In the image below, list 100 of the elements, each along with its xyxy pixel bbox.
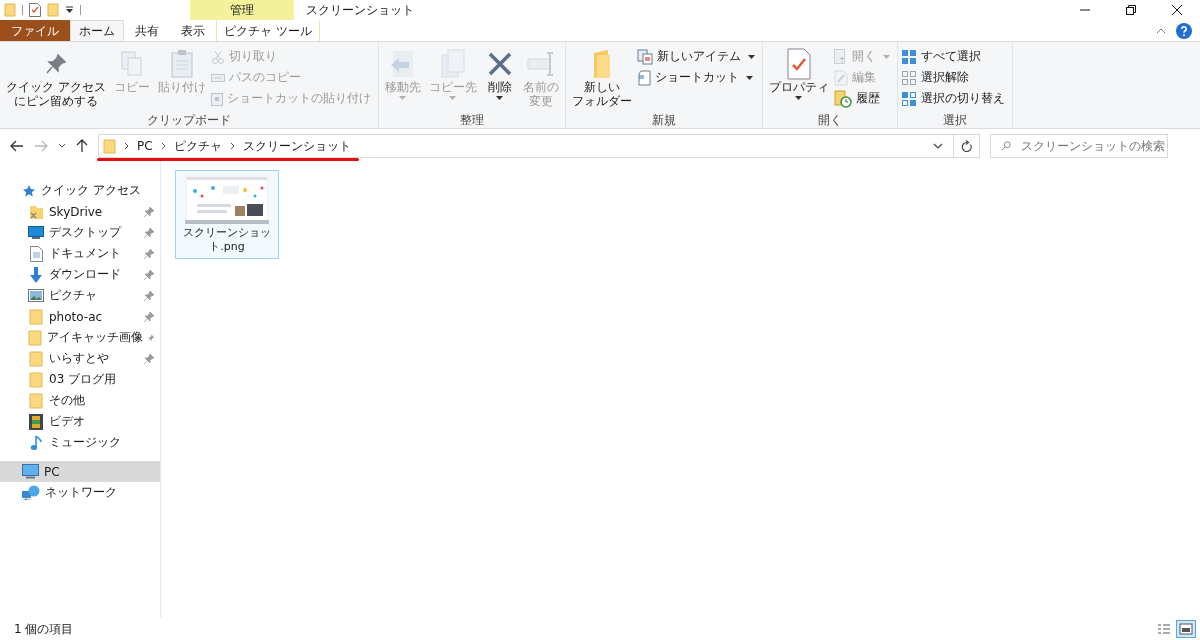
ribbon-tab[interactable]: ファイル [0, 20, 70, 41]
caret-icon [449, 96, 457, 100]
details-view-icon [1157, 623, 1171, 635]
document-icon [29, 245, 43, 262]
address-bar[interactable]: PC ピクチャ スクリーンショット [98, 134, 954, 158]
new-item-icon [636, 48, 653, 65]
dropdown-icon[interactable] [933, 143, 943, 149]
nav-item[interactable]: ビデオ [0, 411, 160, 432]
ribbon-button[interactable]: ショートカット [636, 68, 759, 87]
refresh-icon [960, 139, 973, 153]
scissors-icon [210, 49, 225, 64]
folder-icon [591, 49, 612, 79]
nav-item[interactable]: ミュージック [0, 432, 160, 453]
folder-icon [29, 350, 43, 367]
breadcrumb-item[interactable]: スクリーンショット [242, 137, 351, 155]
ribbon-button[interactable]: クイック アクセス にピン留めする [3, 44, 109, 108]
caret-icon [795, 96, 803, 100]
refresh-button[interactable] [954, 134, 980, 158]
chevron-icon[interactable] [229, 142, 235, 150]
folder-icon [29, 308, 43, 325]
large-icons-view-icon [1179, 623, 1193, 635]
nav-item[interactable]: いらすとや [0, 348, 160, 369]
nav-item[interactable]: SkyDrive [0, 201, 160, 222]
breadcrumb-item[interactable]: ピクチャ [173, 137, 222, 155]
ribbon-tab[interactable]: 表示 [170, 20, 216, 41]
ribbon-button[interactable]: 削除 [481, 44, 518, 100]
collapse-ribbon-icon[interactable] [1156, 27, 1166, 34]
back-icon[interactable] [10, 140, 24, 152]
ribbon-tab[interactable]: ホーム [70, 20, 124, 41]
folder-icon [29, 371, 43, 388]
context-tab-header: 管理 [190, 0, 294, 20]
caret-icon [399, 96, 407, 100]
nav-item[interactable]: その他 [0, 390, 160, 411]
nav-item[interactable]: 03 ブログ用 [0, 369, 160, 390]
ribbon-button[interactable]: 新しいアイテム [636, 47, 759, 66]
large-icons-view-button[interactable] [1176, 620, 1196, 638]
properties-icon [785, 48, 812, 80]
caret-icon [747, 54, 755, 59]
caret-icon [496, 96, 504, 100]
nav-item[interactable]: PC [0, 461, 160, 482]
ribbon-button[interactable]: すべて選択 [900, 47, 1009, 66]
path-icon [210, 72, 225, 83]
caret-icon [882, 54, 890, 59]
properties-icon[interactable] [29, 3, 41, 17]
chevron-icon[interactable] [124, 142, 129, 150]
folder-icon [28, 329, 42, 346]
restore-icon[interactable] [1125, 4, 1137, 16]
download-icon [29, 266, 43, 283]
computer-icon [22, 464, 39, 479]
select-none-icon [900, 69, 917, 86]
search-field[interactable]: スクリーンショットの検索 [990, 134, 1168, 158]
ribbon-button[interactable]: プロパティ [765, 44, 832, 100]
ribbon-button[interactable]: 履歴 [833, 89, 894, 108]
star-icon [22, 183, 36, 198]
help-icon[interactable] [1176, 22, 1192, 39]
select-all-icon [900, 48, 917, 65]
recent-locations-icon[interactable] [58, 143, 66, 149]
open-icon [833, 48, 848, 65]
film-icon [29, 413, 43, 430]
ribbon-button[interactable]: 選択の切り替え [900, 89, 1009, 108]
nav-item[interactable]: クイック アクセス [0, 180, 160, 201]
nav-item[interactable]: ドキュメント [0, 243, 160, 264]
up-icon[interactable] [76, 139, 88, 153]
pictures-icon [28, 289, 44, 302]
item-count: 1 個の項目 [14, 620, 74, 638]
folder-icon [103, 138, 116, 154]
file-item[interactable]: スクリーンショット.png [175, 170, 279, 259]
invert-selection-icon [900, 90, 917, 107]
nav-item[interactable]: ピクチャ [0, 285, 160, 306]
nav-item[interactable]: デスクトップ [0, 222, 160, 243]
close-icon[interactable] [1171, 4, 1183, 16]
shortcut-icon [636, 69, 651, 86]
copy-to-icon [439, 49, 466, 79]
caret-icon [745, 75, 753, 80]
copy-icon [119, 50, 144, 78]
network-icon [22, 485, 40, 500]
customize-dropdown-icon[interactable] [65, 6, 74, 14]
music-note-icon [30, 434, 42, 451]
group-label: 選択 [941, 112, 968, 128]
group-label: 開く [816, 112, 843, 128]
pin-icon [43, 52, 68, 76]
delete-icon [486, 51, 513, 77]
chevron-icon[interactable] [160, 142, 166, 150]
nav-item[interactable]: ネットワーク [0, 482, 160, 503]
group-label: 新規 [650, 112, 677, 128]
nav-item[interactable]: ダウンロード [0, 264, 160, 285]
group-label: クリップボード [145, 112, 232, 128]
group-label: 整理 [458, 112, 485, 128]
ribbon-tab[interactable]: 共有 [124, 20, 170, 41]
rename-icon [526, 51, 555, 77]
folder-icon [28, 203, 44, 220]
breadcrumb-item[interactable]: PC [137, 139, 153, 153]
clipboard-icon [210, 91, 223, 106]
ribbon-button[interactable]: 選択解除 [900, 68, 1009, 87]
ribbon-button[interactable]: 新しい フォルダー [568, 44, 635, 108]
history-icon [833, 89, 852, 108]
nav-item[interactable]: アイキャッチ画像 [0, 327, 160, 348]
nav-item[interactable]: photo-ac [0, 306, 160, 327]
clipboard-icon [169, 49, 194, 79]
search-icon [1001, 140, 1011, 152]
